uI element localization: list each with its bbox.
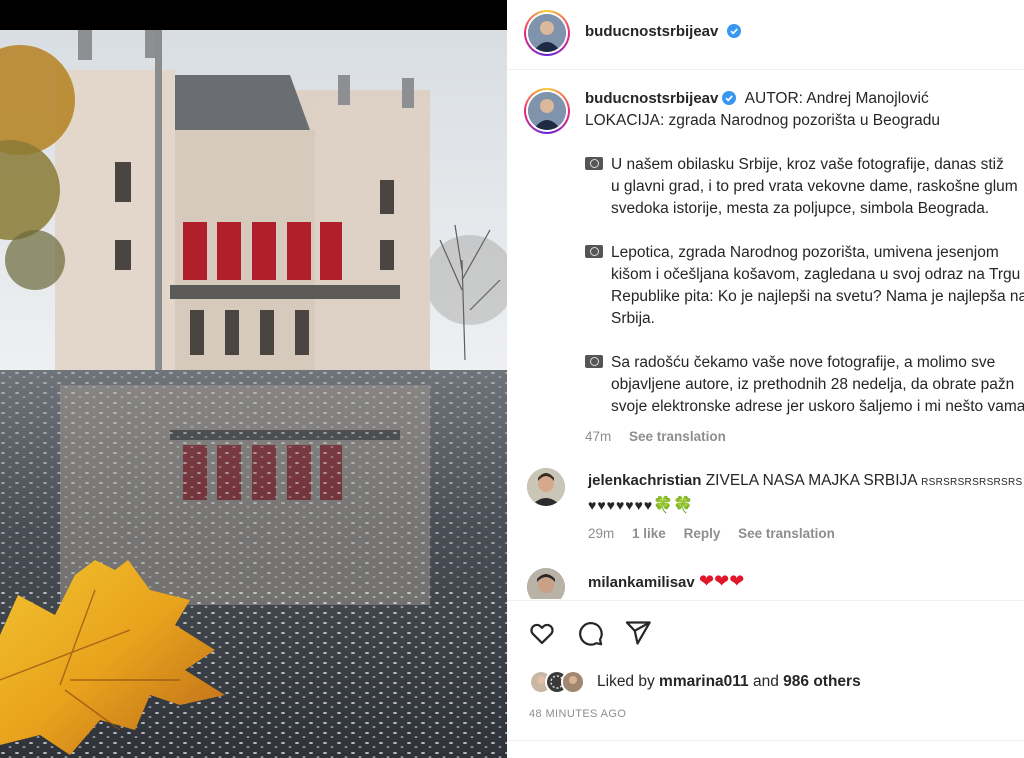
comment-time: 29m	[588, 526, 615, 541]
commenter-avatar[interactable]	[527, 468, 565, 506]
red-heart-icons: ❤❤❤	[699, 571, 745, 591]
heart-icon[interactable]	[528, 619, 556, 647]
comment-icon[interactable]	[576, 619, 604, 647]
caption-time: 47m	[585, 429, 612, 444]
divider	[507, 740, 1024, 741]
clover-icon: 🍀🍀	[653, 497, 694, 514]
caption-see-translation[interactable]: See translation	[629, 429, 726, 444]
national-theatre-photo	[0, 30, 507, 758]
caption-meta: 47m See translation	[585, 426, 1024, 448]
likes-conjunction: and	[752, 673, 779, 690]
comment-reply-button[interactable]: Reply	[684, 526, 721, 541]
commenter-avatar-image	[527, 468, 565, 506]
comment-username[interactable]: milankamilisav	[588, 574, 695, 591]
caption-paragraph-3: Sa radošću čekamo vaše nove fotografije,…	[585, 352, 1024, 418]
caption-verified-icon	[722, 91, 737, 105]
post-header: buducnostsrbijeav	[507, 0, 1024, 70]
likes-summary[interactable]: Liked by mmarina011 and 986 others	[597, 673, 861, 691]
caption-author-line: AUTOR: Andrej Manojlović	[744, 90, 929, 107]
verified-badge-icon	[726, 24, 741, 38]
camera-icon	[585, 245, 603, 258]
commenter-avatar[interactable]	[527, 568, 565, 599]
comments-list[interactable]: buducnostsrbijeav AUTOR: Andrej Manojlov…	[507, 71, 1024, 599]
comment-hearts: ♥♥♥♥♥♥♥	[588, 497, 654, 513]
post-photo[interactable]	[0, 30, 507, 758]
caption-avatar-image	[528, 92, 566, 130]
likes-row: Liked by mmarina011 and 986 others	[529, 670, 1009, 696]
caption-location-line: LOKACIJA: zgrada Narodnog pozorišta u Be…	[585, 112, 940, 129]
comment-username[interactable]: jelenkachristian	[588, 472, 701, 489]
liker-avatar	[561, 670, 585, 694]
likes-prefix: Liked by	[597, 673, 655, 690]
photo-top-bar	[0, 0, 507, 30]
caption-paragraph-1: U našem obilasku Srbije, kroz vaše fotog…	[585, 154, 1024, 220]
comment-see-translation[interactable]: See translation	[738, 526, 835, 541]
camera-icon	[585, 355, 603, 368]
likes-others-count[interactable]: 986 others	[783, 673, 861, 690]
share-icon[interactable]	[624, 619, 652, 647]
caption-paragraph-2: Lepotica, zgrada Narodnog pozorišta, umi…	[585, 242, 1024, 330]
caption-avatar[interactable]	[524, 88, 570, 134]
caption-username[interactable]: buducnostsrbijeav	[585, 90, 718, 107]
comment-text: ZIVELA NASA MAJKA SRBIJA	[705, 472, 917, 489]
header-username[interactable]: buducnostsrbijeav	[585, 23, 718, 40]
author-avatar[interactable]	[524, 10, 570, 56]
comment-text-extra: RSRSRSRSRSRSRS	[921, 477, 1023, 488]
comment-likes[interactable]: 1 like	[632, 526, 666, 541]
author-avatar-image	[528, 14, 566, 52]
post-side-panel: buducnostsrbijeav buducnostsrbijeav AUTO…	[507, 0, 1024, 758]
post-photo-panel	[0, 0, 507, 758]
post-actions: Liked by mmarina011 and 986 others 48 MI…	[507, 600, 1024, 758]
camera-icon	[585, 157, 603, 170]
commenter-avatar-image	[527, 568, 565, 599]
post-timestamp[interactable]: 48 MINUTES AGO	[529, 708, 626, 720]
liker-username[interactable]: mmarina011	[659, 673, 749, 690]
comment-meta: 29m 1 like Reply See translation	[588, 523, 1024, 545]
